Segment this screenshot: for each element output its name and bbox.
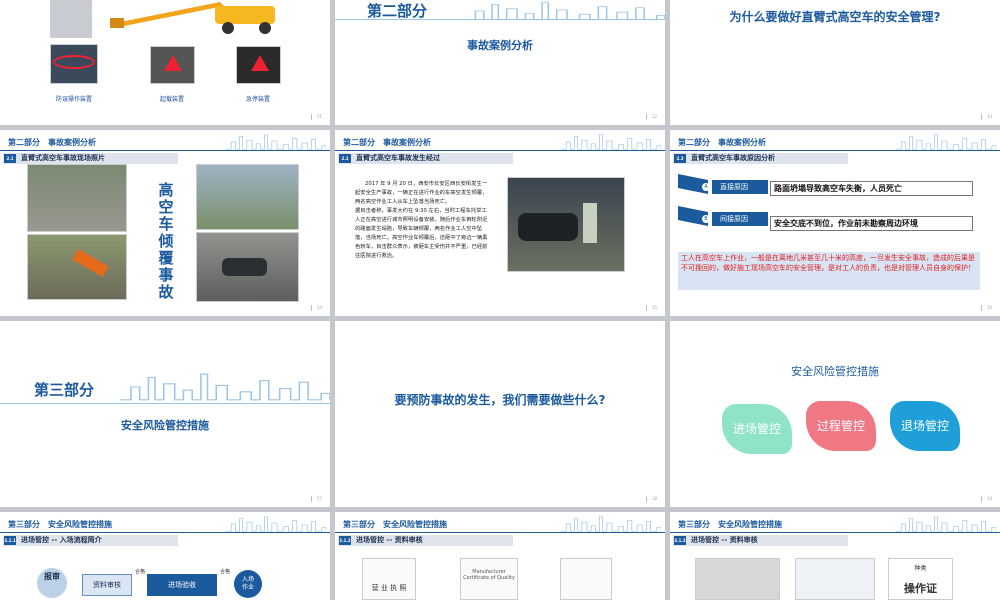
slide-18[interactable]: 要预防事故的发生，我们需要做些什么? 18 — [335, 321, 665, 507]
subsection-number: 2.3 — [674, 154, 686, 163]
indirect-cause-label: 间接原因 — [712, 212, 768, 226]
flow-step-acceptance: 进场验收 — [147, 574, 217, 596]
slide-15[interactable]: 第二部分 事故案例分析 2.2 直臂式高空车事故发生经过 2017 年 9 月 2… — [335, 130, 665, 316]
slide-title: 要预防事故的发生，我们需要做些什么? — [394, 393, 606, 407]
part-subtitle: 事故案例分析 — [467, 39, 533, 52]
subsection-bar: 3.1.2 进场管控 -- 资料审核 — [338, 535, 513, 546]
subsection-number: 2.1 — [4, 154, 16, 163]
subsection-bar: 2.1 直臂式高空车事故现场照片 — [3, 153, 178, 164]
cause-b-badge: B — [702, 215, 710, 223]
load-device-photo — [150, 46, 195, 84]
safety-note: 工人在高空车上作业，一般是在离地几米甚至几十米的高度，一旦发生安全事故，造成的后… — [678, 252, 980, 290]
vertical-title: 高空车倾覆事故 — [158, 181, 174, 301]
operator-certificate-doc: 种类 操作证 — [888, 558, 953, 600]
certificate-doc — [560, 558, 612, 600]
section-header: 第三部分 安全风险管控措施 — [8, 520, 112, 529]
page-number: 17 — [310, 496, 322, 502]
subsection-title: 进场管控 -- 资料审核 — [356, 536, 423, 544]
accident-photo-1 — [27, 164, 127, 232]
section-header: 第二部分 事故案例分析 — [678, 138, 766, 147]
section-header: 第二部分 事故案例分析 — [343, 138, 431, 147]
device-label: 起载装置 — [159, 96, 184, 103]
subsection-title: 直臂式高空车事故现场照片 — [21, 154, 105, 162]
exit-control-wave: 退场管控 — [890, 401, 960, 451]
city-skyline-icon — [561, 516, 661, 532]
section-header: 第三部分 安全风险管控措施 — [343, 520, 447, 529]
slide-13[interactable]: 为什么要做好直臂式高空车的安全管理? 13 — [670, 0, 1000, 125]
slide-title: 安全风险管控措施 — [791, 365, 879, 378]
accident-photo-4 — [196, 232, 299, 302]
section-header: 第二部分 事故案例分析 — [8, 138, 96, 147]
city-skyline-icon — [226, 134, 326, 150]
subsection-number: 3.1.2 — [674, 536, 686, 545]
subsection-title: 进场管控 -- 入场流程简介 — [21, 536, 102, 544]
direct-cause-text: 路面坍塌导致高空车失衡，人员死亡 — [770, 181, 973, 196]
subsection-bar: 3.1.1 进场管控 -- 入场流程简介 — [3, 535, 178, 546]
subsection-title: 直臂式高空车事故原因分析 — [691, 154, 775, 162]
direct-cause-label: 直接原因 — [712, 180, 768, 194]
online-verification-screenshot — [795, 558, 875, 600]
page-number: 16 — [980, 305, 992, 311]
city-skyline-icon — [226, 516, 326, 532]
slide-14[interactable]: 第二部分 事故案例分析 2.1 直臂式高空车事故现场照片 高空车倾覆事故 14 — [0, 130, 330, 316]
cert-top-label: 种类 — [914, 565, 927, 572]
flow-step-enter: 入场作业 — [234, 570, 262, 598]
device-label: 急停装置 — [245, 96, 270, 103]
slide-title: 为什么要做好直臂式高空车的安全管理? — [729, 10, 941, 24]
device-label: 防误操作装置 — [55, 96, 92, 103]
slide-11[interactable]: 防误操作装置 起载装置 急停装置 11 — [0, 0, 330, 125]
city-skyline-icon — [896, 516, 996, 532]
page-number: 19 — [980, 496, 992, 502]
slide-12[interactable]: 第二部分 事故案例分析 12 — [335, 0, 665, 125]
business-license-doc: 营 业 执 照 — [362, 558, 416, 600]
cause-a-badge: A — [702, 183, 710, 191]
flow-pass-label: 合格 — [134, 569, 145, 575]
part-title: 第二部分 — [367, 2, 428, 20]
page-number: 11 — [310, 114, 322, 120]
slide-16[interactable]: 第二部分 事故案例分析 2.3 直臂式高空车事故原因分析 A 直接原因 路面坍塌导… — [670, 130, 1000, 316]
process-control-wave: 过程管控 — [806, 401, 876, 451]
subsection-number: 3.1.1 — [4, 536, 16, 545]
subsection-bar: 2.3 直臂式高空车事故原因分析 — [673, 153, 848, 164]
city-skyline-icon — [561, 134, 661, 150]
anti-misoperation-photo — [50, 44, 98, 84]
subsection-bar: 3.1.2 进场管控 -- 资料审核 — [673, 535, 848, 546]
city-skyline-icon — [896, 134, 996, 150]
flow-step-doc-review: 资料审核 — [82, 574, 132, 596]
indirect-cause-text: 安全交底不到位，作业前未勘察周边环境 — [770, 216, 973, 231]
slide-20[interactable]: 第三部分 安全风险管控措施 3.1.1 进场管控 -- 入场流程简介 报审 资料审… — [0, 512, 330, 600]
slide-22[interactable]: 第三部分 安全风险管控措施 3.1.2 进场管控 -- 资料审核 种类 操作证 — [670, 512, 1000, 600]
subsection-number: 2.2 — [339, 154, 351, 163]
slide-19[interactable]: 安全风险管控措施 进场管控 过程管控 退场管控 19 — [670, 321, 1000, 507]
device-photo-1 — [50, 0, 92, 38]
page-number: 13 — [980, 114, 992, 120]
subsection-number: 3.1.2 — [339, 536, 351, 545]
part-title: 第三部分 — [34, 381, 95, 399]
subsection-title: 直臂式高空车事故发生经过 — [356, 154, 440, 162]
section-header: 第三部分 安全风险管控措施 — [678, 520, 782, 529]
page-number: 12 — [645, 114, 657, 120]
flow-pass-label: 合格 — [219, 569, 230, 575]
id-document-photo — [695, 558, 780, 600]
slide-21[interactable]: 第三部分 安全风险管控措施 3.1.2 进场管控 -- 资料审核 营 业 执 照 … — [335, 512, 665, 600]
slide-17[interactable]: 第三部分 安全风险管控措施 17 — [0, 321, 330, 507]
page-number: 18 — [645, 496, 657, 502]
accident-news-photo — [507, 177, 625, 272]
boom-lift-illustration — [100, 0, 300, 35]
part-subtitle: 安全风险管控措施 — [121, 419, 209, 432]
accident-photo-3 — [196, 164, 299, 230]
city-skyline-icon — [120, 373, 330, 401]
subsection-bar: 2.2 直臂式高空车事故发生经过 — [338, 153, 513, 164]
accident-description: 2017 年 9 月 20 日，西安市长安区西长安街发生一起安全生产事故，一辆正… — [355, 181, 488, 259]
entry-control-wave: 进场管控 — [722, 404, 792, 454]
quality-certificate-doc: Manufacturer Certificate of Quality — [460, 558, 518, 600]
subsection-title: 进场管控 -- 资料审核 — [691, 536, 758, 544]
page-number: 14 — [310, 305, 322, 311]
accident-photo-2 — [27, 234, 127, 300]
page-number: 15 — [645, 305, 657, 311]
operator-cert-title: 操作证 — [904, 582, 937, 595]
flow-step-submit: 报审 — [37, 568, 67, 598]
emergency-stop-photo — [236, 46, 281, 84]
